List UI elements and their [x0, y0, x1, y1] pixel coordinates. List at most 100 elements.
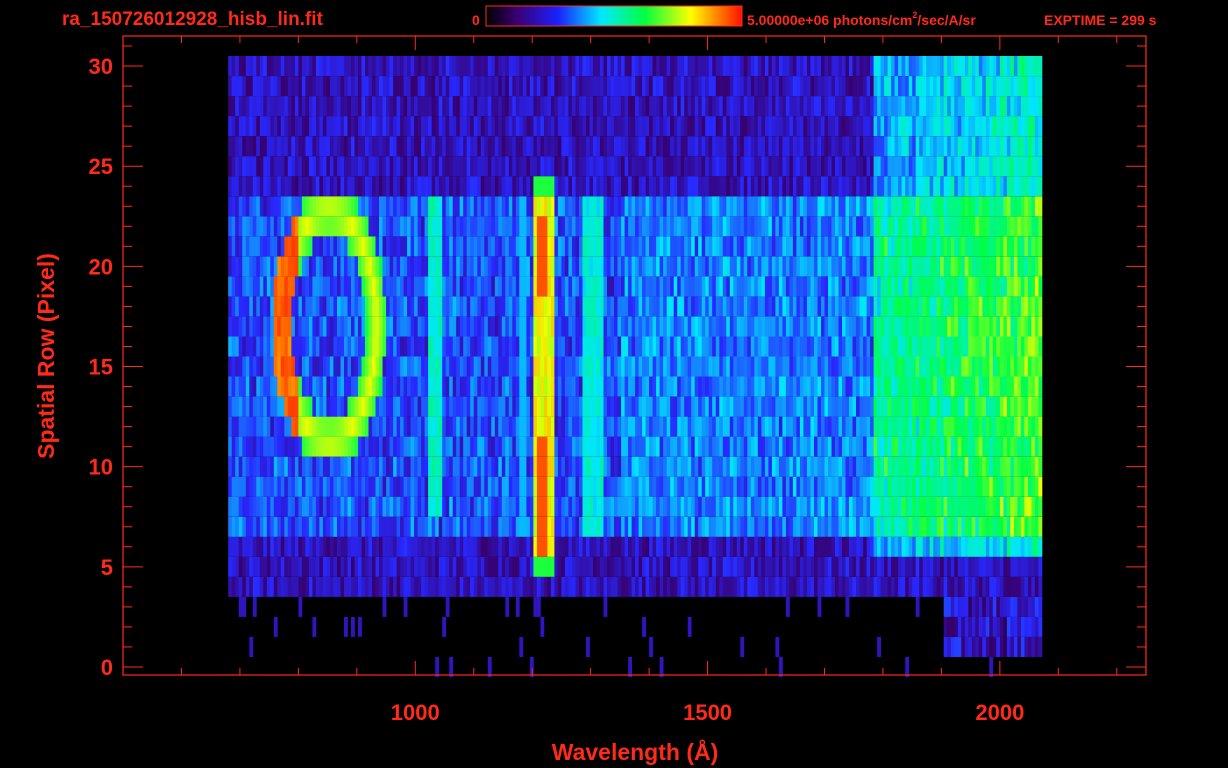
heatmap-cell — [438, 236, 443, 257]
heatmap-cell — [964, 536, 969, 557]
heatmap-cell — [768, 356, 773, 377]
heatmap-cell — [463, 416, 468, 437]
heatmap-cell — [228, 336, 233, 357]
heatmap-cell — [428, 476, 432, 497]
heatmap-cell — [491, 456, 496, 477]
heatmap-cell — [308, 356, 313, 377]
heatmap-cell — [814, 576, 818, 597]
heatmap-cell — [266, 316, 271, 337]
heatmap-cell — [747, 496, 752, 517]
heatmap-cell — [337, 516, 341, 537]
heatmap-cell — [270, 396, 275, 417]
heatmap-cell — [761, 316, 766, 337]
heatmap-cell — [428, 256, 432, 277]
heatmap-cell — [764, 436, 769, 457]
heatmap-cell — [410, 376, 415, 397]
heatmap-cell — [926, 516, 931, 537]
heatmap-cell — [621, 556, 625, 577]
heatmap-cell — [891, 276, 895, 297]
heatmap-cell — [849, 436, 853, 457]
heatmap-cell — [866, 456, 871, 477]
heatmap-cell — [417, 436, 422, 457]
heatmap-cell — [466, 236, 471, 257]
heatmap-cell — [389, 536, 394, 557]
heatmap-cell — [705, 176, 710, 197]
heatmap-cell — [796, 476, 801, 497]
heatmap-cell — [449, 216, 454, 237]
heatmap-cell — [249, 536, 254, 557]
heatmap-cell — [340, 436, 345, 457]
heatmap-cell — [414, 176, 418, 197]
heatmap-cell — [459, 336, 464, 357]
heatmap-cell — [621, 516, 625, 537]
heatmap-cell — [259, 216, 264, 237]
heatmap-cell — [936, 416, 941, 437]
heatmap-cell — [315, 576, 320, 597]
heatmap-cell — [372, 316, 376, 337]
heatmap-cell — [375, 216, 380, 237]
heatmap-cell — [736, 536, 741, 557]
heatmap-cell — [561, 456, 566, 477]
heatmap-cell — [768, 456, 773, 477]
heatmap-cell — [312, 516, 317, 537]
heatmap-cell — [743, 196, 748, 217]
heatmap-cell — [333, 176, 338, 197]
heatmap-cell — [908, 236, 913, 257]
heatmap-cell — [694, 396, 699, 417]
heatmap-cell — [256, 276, 261, 297]
heatmap-cell — [540, 556, 545, 577]
heatmap-cell — [729, 276, 734, 297]
heatmap-cell — [533, 176, 538, 197]
heatmap-cell — [519, 456, 524, 477]
heatmap-cell — [526, 256, 531, 277]
heatmap-cell — [368, 536, 373, 557]
heatmap-cell — [1003, 176, 1008, 197]
heatmap-cell — [887, 496, 892, 517]
heatmap-cell — [947, 536, 952, 557]
heatmap-cell — [701, 456, 706, 477]
heatmap-cell — [736, 176, 741, 197]
heatmap-cell — [431, 416, 436, 437]
heatmap-cell — [277, 476, 282, 497]
heatmap-cell — [922, 496, 927, 517]
heatmap-cell — [340, 316, 345, 337]
heatmap-cell — [1020, 576, 1025, 597]
heatmap-cell — [898, 396, 902, 417]
heatmap-cell — [501, 236, 506, 257]
heatmap-cell — [407, 376, 411, 397]
heatmap-cell — [1003, 556, 1008, 577]
heatmap-cell — [933, 356, 938, 377]
heatmap-cell — [266, 216, 271, 237]
heatmap-cell — [989, 637, 994, 657]
heatmap-cell — [238, 436, 243, 457]
heatmap-cell — [940, 296, 945, 317]
heatmap-cell — [989, 596, 994, 617]
heatmap-cell — [347, 416, 352, 437]
heatmap-cell — [856, 296, 860, 317]
heatmap-cell — [712, 356, 717, 377]
heatmap-cell — [480, 456, 485, 477]
heatmap-cell — [614, 536, 618, 557]
heatmap-cell — [680, 196, 685, 217]
heatmap-cell — [1034, 556, 1039, 577]
heatmap-cell — [351, 576, 355, 597]
heatmap-cell — [533, 596, 538, 617]
heatmap-cell — [498, 476, 503, 497]
heatmap-cell — [473, 516, 478, 537]
heatmap-cell — [501, 516, 506, 537]
heatmap-cell — [852, 536, 857, 557]
heatmap-cell — [358, 536, 362, 557]
heatmap-cell — [1020, 516, 1025, 537]
heatmap-cell — [877, 396, 881, 417]
heatmap-cell — [536, 536, 541, 557]
heatmap-cell — [1006, 176, 1011, 197]
heatmap-cell — [445, 276, 450, 297]
heatmap-cell — [877, 516, 881, 537]
heatmap-cell — [340, 496, 345, 517]
heatmap-cell — [361, 216, 366, 237]
heatmap-cell — [771, 576, 776, 597]
heatmap-cell — [971, 556, 976, 577]
heatmap-cell — [389, 196, 394, 217]
heatmap-cell — [463, 376, 468, 397]
heatmap-cell — [298, 196, 303, 217]
